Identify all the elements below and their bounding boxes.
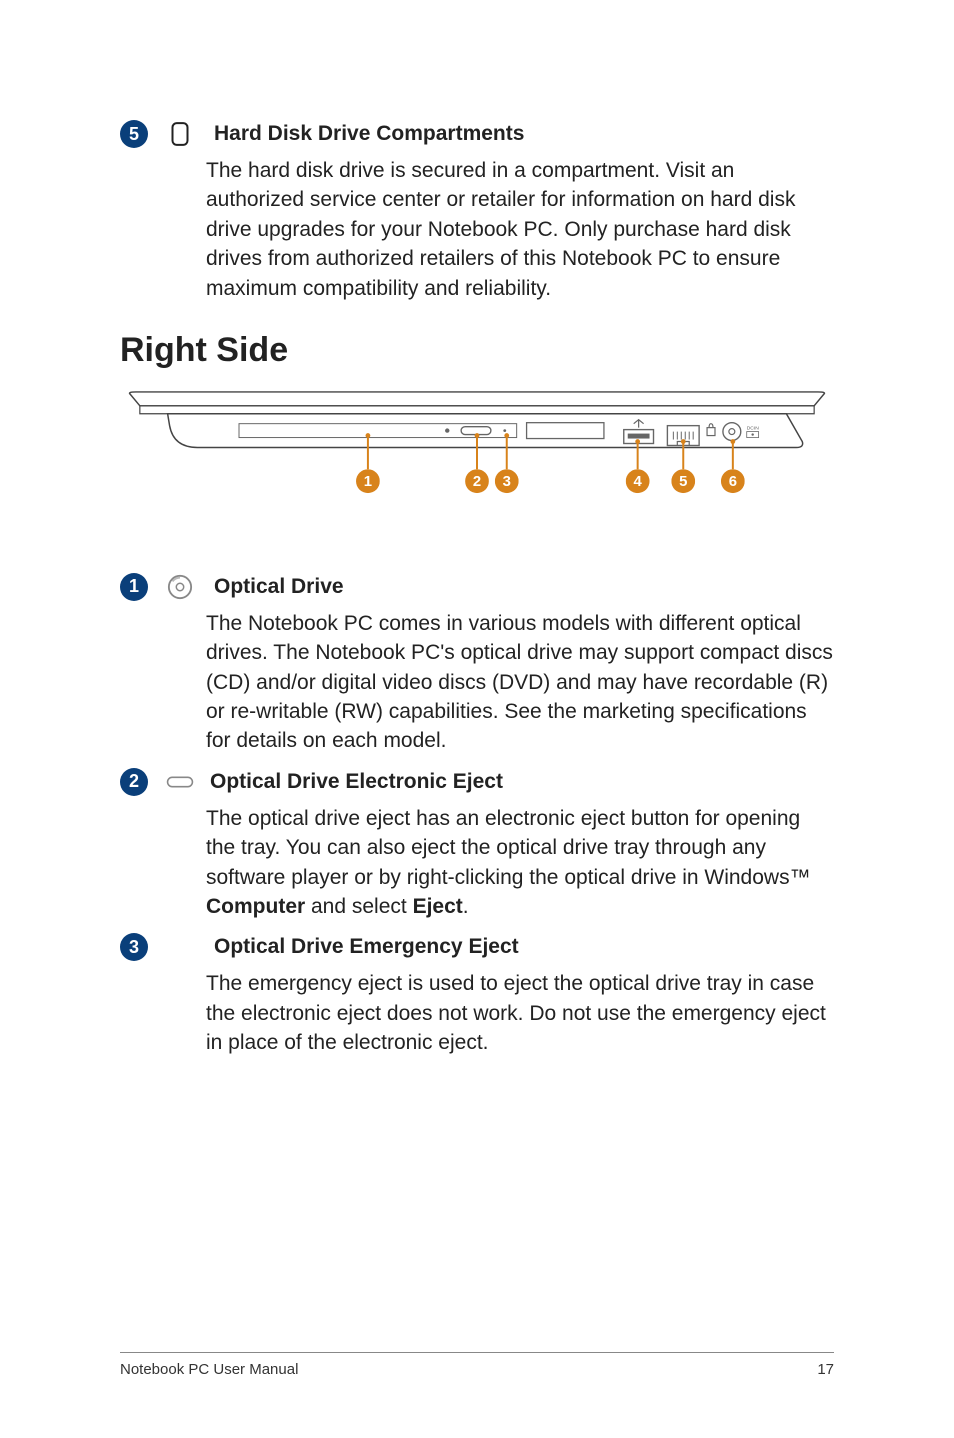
section-hdd: 5 Hard Disk Drive Compartments The hard …: [120, 120, 834, 303]
optical-heading-row: 1 Optical Drive: [120, 573, 834, 601]
callout-2: 2: [465, 469, 489, 493]
eject-button-icon: [166, 775, 194, 789]
optical-body: The Notebook PC comes in various models …: [206, 609, 834, 756]
callout-5: 5: [671, 469, 695, 493]
number-badge-1: 1: [120, 573, 148, 601]
eject-body: The optical drive eject has an electroni…: [206, 804, 834, 922]
callout-6: 6: [721, 469, 745, 493]
hdd-icon: [166, 121, 194, 147]
svg-text:DCIN: DCIN: [747, 426, 760, 432]
number-badge-2: 2: [120, 768, 148, 796]
footer-page-number: 17: [817, 1361, 834, 1378]
section-electronic-eject: 2 Optical Drive Electronic Eject The opt…: [120, 768, 834, 922]
emergency-title: Optical Drive Emergency Eject: [214, 935, 519, 959]
eject-body-pre: The optical drive eject has an electroni…: [206, 807, 811, 889]
eject-body-eject: Eject: [413, 895, 463, 918]
eject-title: Optical Drive Electronic Eject: [210, 770, 503, 794]
page: 5 Hard Disk Drive Compartments The hard …: [0, 0, 954, 1438]
callout-4: 4: [626, 469, 650, 493]
optical-drive-icon: [166, 574, 194, 600]
optical-title: Optical Drive: [214, 575, 344, 599]
eject-body-mid: and select: [305, 895, 412, 918]
hdd-title: Hard Disk Drive Compartments: [214, 122, 524, 146]
eject-body-post: .: [463, 895, 469, 918]
right-side-diagram: DCIN 1 2 3 4 5 6: [120, 384, 834, 523]
number-badge-5: 5: [120, 120, 148, 148]
footer-title: Notebook PC User Manual: [120, 1361, 298, 1378]
hdd-heading-row: 5 Hard Disk Drive Compartments: [120, 120, 834, 148]
section-optical-drive: 1 Optical Drive The Notebook PC comes in…: [120, 573, 834, 756]
emergency-body: The emergency eject is used to eject the…: [206, 969, 834, 1057]
number-badge-3: 3: [120, 933, 148, 961]
callout-3: 3: [495, 469, 519, 493]
section-emergency-eject: 3 Optical Drive Emergency Eject The emer…: [120, 933, 834, 1057]
emergency-heading-row: 3 Optical Drive Emergency Eject: [120, 933, 834, 961]
hdd-body: The hard disk drive is secured in a comp…: [206, 156, 834, 303]
page-footer: Notebook PC User Manual 17: [120, 1352, 834, 1378]
heading-right-side: Right Side: [120, 331, 834, 370]
callout-1: 1: [356, 469, 380, 493]
eject-body-computer: Computer: [206, 895, 305, 918]
eject-heading-row: 2 Optical Drive Electronic Eject: [120, 768, 834, 796]
